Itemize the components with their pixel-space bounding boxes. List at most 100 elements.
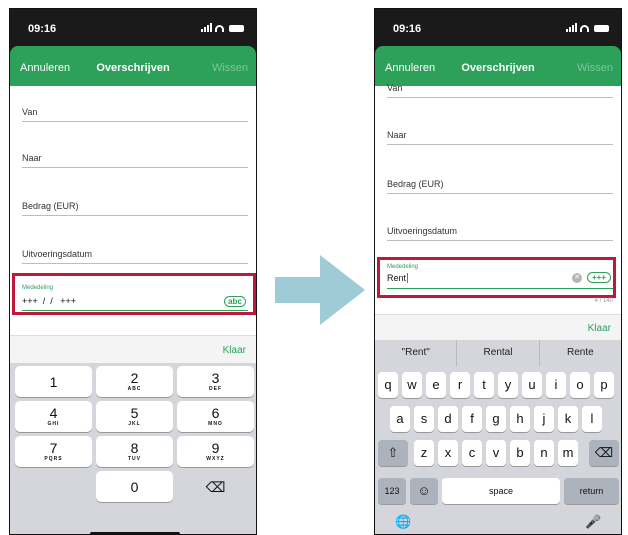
key-x[interactable]: x	[438, 440, 458, 466]
to-field[interactable]: Naar	[22, 153, 248, 168]
alpha-keyboard: "Rent" Rental Rente q w e r t y u i o p …	[375, 340, 621, 534]
key-k[interactable]: k	[558, 406, 578, 432]
key-v[interactable]: v	[486, 440, 506, 466]
backspace-icon: ⌫	[594, 445, 614, 460]
key-d[interactable]: d	[438, 406, 458, 432]
key-c[interactable]: c	[462, 440, 482, 466]
suggestion-bar: "Rent" Rental Rente	[375, 340, 621, 366]
nav-bar: Annuleren Overschrijven Wissen	[375, 46, 621, 86]
amount-label: Bedrag (EUR)	[22, 201, 79, 211]
date-field[interactable]: Uitvoeringsdatum	[22, 249, 248, 264]
suggestion-item[interactable]: Rente	[540, 340, 621, 366]
key-9[interactable]: 9 WXYZ	[177, 436, 254, 467]
suggestion-item[interactable]: "Rent"	[375, 340, 458, 366]
transition-arrow-icon	[275, 255, 365, 325]
battery-icon	[229, 25, 244, 32]
amount-field[interactable]: Bedrag (EUR)	[387, 179, 613, 194]
amount-label: Bedrag (EUR)	[387, 179, 444, 189]
char-counter: 4 / 140	[594, 298, 613, 304]
keyboard-toolbar: Klaar	[10, 335, 256, 363]
from-label: Van	[22, 107, 38, 117]
key-q[interactable]: q	[378, 372, 398, 398]
clear-input-icon[interactable]: ✕	[572, 273, 582, 283]
key-2[interactable]: 2 ABC	[96, 366, 173, 397]
date-label: Uitvoeringsdatum	[387, 226, 458, 236]
return-key[interactable]: return	[564, 478, 619, 504]
wifi-icon	[580, 25, 589, 32]
key-n[interactable]: n	[534, 440, 554, 466]
key-j[interactable]: j	[534, 406, 554, 432]
key-e[interactable]: e	[426, 372, 446, 398]
key-t[interactable]: t	[474, 372, 494, 398]
status-icons	[201, 23, 244, 32]
key-b[interactable]: b	[510, 440, 530, 466]
status-time: 09:16	[393, 23, 422, 35]
key-a[interactable]: a	[390, 406, 410, 432]
memo-underline	[22, 310, 248, 311]
key-0[interactable]: 0	[96, 471, 173, 502]
memo-input[interactable]: Rent	[387, 273, 409, 283]
clear-button[interactable]: Wissen	[212, 62, 248, 74]
key-f[interactable]: f	[462, 406, 482, 432]
shift-icon: ⇧	[387, 445, 399, 460]
date-label: Uitvoeringsdatum	[22, 249, 93, 259]
done-button[interactable]: Klaar	[223, 345, 246, 356]
key-z[interactable]: z	[414, 440, 434, 466]
done-button[interactable]: Klaar	[588, 323, 611, 334]
from-field[interactable]: Van	[387, 83, 613, 98]
clear-button[interactable]: Wissen	[577, 62, 613, 74]
key-s[interactable]: s	[414, 406, 434, 432]
backspace-key[interactable]: ⌫	[589, 440, 619, 466]
key-8[interactable]: 8 TUV	[96, 436, 173, 467]
key-6[interactable]: 6 MNO	[177, 401, 254, 432]
emoji-icon: ☺	[417, 483, 431, 498]
memo-label: Mededeling	[22, 285, 54, 291]
microphone-icon[interactable]: 🎤	[585, 514, 601, 530]
key-u[interactable]: u	[522, 372, 542, 398]
key-w[interactable]: w	[402, 372, 422, 398]
numbers-key[interactable]: 123	[378, 478, 406, 504]
structured-toggle-button[interactable]: +++	[587, 272, 611, 283]
globe-icon[interactable]: 🌐	[395, 514, 411, 530]
memo-underline	[387, 288, 613, 289]
key-5[interactable]: 5 JKL	[96, 401, 173, 432]
key-g[interactable]: g	[486, 406, 506, 432]
key-o[interactable]: o	[570, 372, 590, 398]
key-l[interactable]: l	[582, 406, 602, 432]
phone-screen-numeric: 09:16 Annuleren Overschrijven Wissen Van…	[9, 8, 257, 535]
keyboard-toolbar: Klaar	[375, 314, 621, 340]
to-label: Naar	[22, 153, 42, 163]
shift-key[interactable]: ⇧	[378, 440, 408, 466]
key-y[interactable]: y	[498, 372, 518, 398]
signal-icon	[201, 23, 212, 32]
memo-label: Mededeling	[387, 264, 419, 270]
key-r[interactable]: r	[450, 372, 470, 398]
from-label: Van	[387, 83, 403, 93]
nav-bar: Annuleren Overschrijven Wissen	[10, 46, 256, 86]
key-7[interactable]: 7 PQRS	[15, 436, 92, 467]
key-3[interactable]: 3 DEF	[177, 366, 254, 397]
key-4[interactable]: 4 GHI	[15, 401, 92, 432]
to-label: Naar	[387, 130, 407, 140]
key-h[interactable]: h	[510, 406, 530, 432]
key-p[interactable]: p	[594, 372, 614, 398]
backspace-icon: ⌫	[205, 479, 226, 495]
date-field[interactable]: Uitvoeringsdatum	[387, 226, 613, 241]
amount-field[interactable]: Bedrag (EUR)	[22, 201, 248, 216]
emoji-key[interactable]: ☺	[410, 478, 438, 504]
backspace-key[interactable]: ⌫	[177, 471, 254, 502]
to-field[interactable]: Naar	[387, 130, 613, 145]
from-field[interactable]: Van	[22, 107, 248, 122]
numeric-keypad: 1 2 ABC 3 DEF 4 GHI 5 JKL 6 MNO 7 PQRS 8 TUV 9W…	[10, 363, 256, 534]
key-m[interactable]: m	[558, 440, 578, 466]
suggestion-item[interactable]: Rental	[457, 340, 540, 366]
abc-toggle-button[interactable]: abc	[224, 296, 246, 307]
key-1[interactable]: 1	[15, 366, 92, 397]
status-time: 09:16	[28, 23, 57, 35]
memo-input[interactable]: +++ / / +++	[22, 296, 76, 306]
key-i[interactable]: i	[546, 372, 566, 398]
battery-icon	[594, 25, 609, 32]
signal-icon	[566, 23, 577, 32]
phone-screen-alpha: 09:16 Annuleren Overschrijven Wissen Van…	[374, 8, 622, 535]
space-key[interactable]: space	[442, 478, 560, 504]
